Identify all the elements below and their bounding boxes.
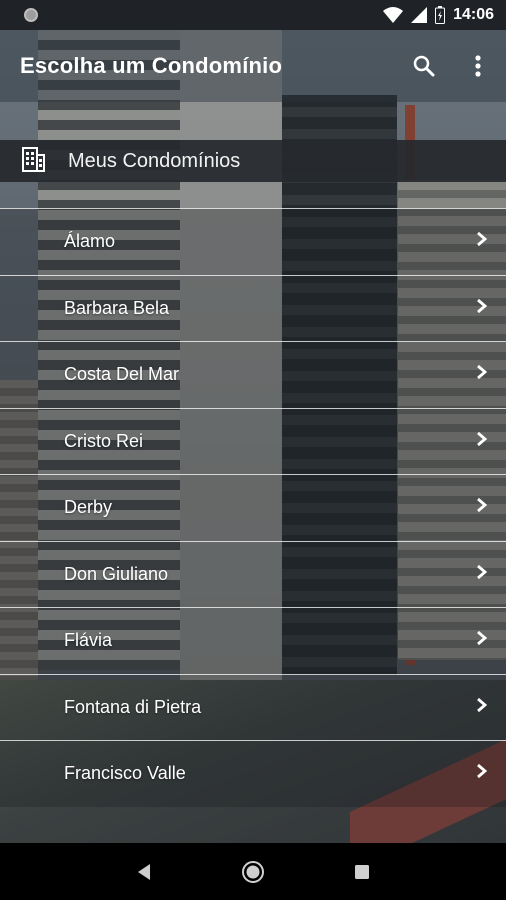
chevron-right-icon <box>476 763 488 784</box>
building-icon <box>20 146 46 177</box>
list-item-label: Francisco Valle <box>64 763 186 784</box>
navigation-bar <box>0 843 506 900</box>
chevron-right-icon <box>476 497 488 518</box>
list-item-label: Álamo <box>64 231 116 252</box>
wifi-icon <box>383 7 404 23</box>
chevron-right-icon <box>476 564 488 585</box>
list-item-label: Costa Del Mar <box>64 364 180 385</box>
list-item[interactable]: Don Giuliano <box>0 540 506 607</box>
list-item[interactable]: Cristo Rei <box>0 407 506 474</box>
status-bar: 14:06 <box>0 0 506 30</box>
list-item[interactable]: Fontana di Pietra <box>0 673 506 740</box>
recents-icon[interactable] <box>342 852 382 892</box>
list-item-label: Derby <box>64 497 113 518</box>
list-item[interactable]: Flávia <box>0 607 506 674</box>
signal-icon <box>411 7 428 23</box>
chevron-right-icon <box>476 231 488 252</box>
section-header: Meus Condomínios <box>0 140 506 182</box>
app-bar: Escolha um Condomínio <box>0 30 506 102</box>
list-item-label: Don Giuliano <box>64 563 169 584</box>
page-title: Escolha um Condomínio <box>20 53 283 78</box>
chevron-right-icon <box>476 298 488 319</box>
section-title: Meus Condomínios <box>68 149 241 172</box>
list-item[interactable]: Álamo <box>0 208 506 275</box>
list-item-label: Fontana di Pietra <box>64 696 202 717</box>
list-item[interactable]: Francisco Valle <box>0 740 506 807</box>
status-time: 14:06 <box>453 6 494 23</box>
list-item-label: Flávia <box>64 630 113 651</box>
chevron-right-icon <box>476 697 488 718</box>
list-item-label: Barbara Bela <box>64 297 170 318</box>
home-icon[interactable] <box>233 852 273 892</box>
battery-icon <box>435 6 446 24</box>
chevron-right-icon <box>476 630 488 651</box>
list-item[interactable]: Barbara Bela <box>0 274 506 341</box>
chevron-right-icon <box>476 431 488 452</box>
list-item[interactable]: Derby <box>0 474 506 541</box>
chevron-right-icon <box>476 364 488 385</box>
condominio-list: Álamo Barbara Bela Costa Del Mar Cristo … <box>0 208 506 807</box>
notification-dot-icon <box>24 8 38 22</box>
list-item[interactable]: Costa Del Mar <box>0 341 506 408</box>
more-vertical-icon[interactable] <box>464 52 492 80</box>
search-icon[interactable] <box>410 52 438 80</box>
list-item-label: Cristo Rei <box>64 430 144 451</box>
back-icon[interactable] <box>124 852 164 892</box>
